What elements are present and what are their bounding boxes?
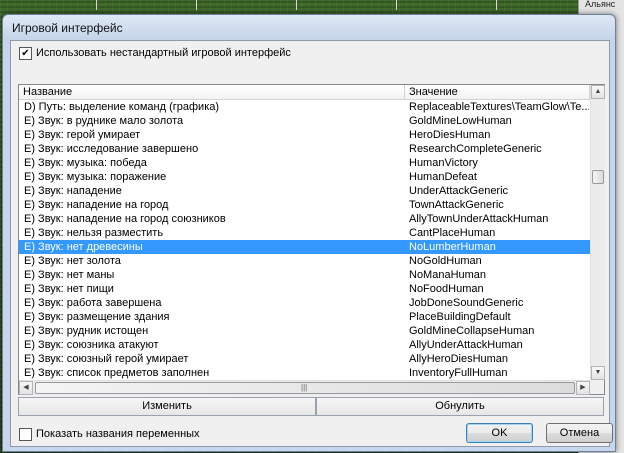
show-variable-names-checkbox[interactable] bbox=[19, 428, 32, 441]
dialog-title: Игровой интерфейс bbox=[12, 21, 123, 35]
game-interface-dialog: Игровой интерфейс ✔ Использовать нестанд… bbox=[2, 14, 616, 452]
list-row[interactable]: E) Звук: нет маны NoManaHuman bbox=[19, 268, 590, 282]
row-name: E) Звук: размещение здания bbox=[24, 311, 170, 323]
row-value: UnderAttackGeneric bbox=[409, 185, 509, 197]
row-value: TownAttackGeneric bbox=[409, 199, 504, 211]
list-row[interactable]: E) Звук: музыка: победа HumanVictory bbox=[19, 156, 590, 170]
row-value: ReplaceableTextures\TeamGlow\Te... bbox=[409, 101, 589, 113]
row-name: E) Звук: нападение на город союзников bbox=[24, 213, 226, 225]
row-value: HumanDefeat bbox=[409, 171, 477, 183]
row-value: CantPlaceHuman bbox=[409, 227, 496, 239]
list-row[interactable]: D) Путь: выделение команд (графика) Repla… bbox=[19, 100, 590, 114]
list-row[interactable]: E) Звук: список предметов заполнен Invent… bbox=[19, 366, 590, 380]
row-name: E) Звук: музыка: победа bbox=[24, 157, 147, 169]
background-tick bbox=[196, 0, 197, 10]
custom-ui-checkbox-label[interactable]: Использовать нестандартный игровой интер… bbox=[36, 47, 291, 59]
row-value: AllyUnderAttackHuman bbox=[409, 339, 523, 351]
grip-icon: ||| bbox=[301, 383, 308, 392]
row-name: D) Путь: выделение команд (графика) bbox=[24, 101, 220, 113]
scroll-down-button[interactable]: ▼ bbox=[591, 366, 605, 380]
column-header-name[interactable]: Название bbox=[19, 85, 405, 99]
list-row[interactable]: E) Звук: музыка: поражение HumanDefeat bbox=[19, 170, 590, 184]
row-name: E) Звук: нет пищи bbox=[24, 283, 114, 295]
list-row[interactable]: E) Звук: союзника атакуют AllyUnderAttack… bbox=[19, 338, 590, 352]
row-name: E) Звук: союзника атакуют bbox=[24, 339, 159, 351]
background-tick bbox=[296, 0, 297, 10]
row-value: NoLumberHuman bbox=[409, 241, 496, 253]
list-row[interactable]: E) Звук: герой умирает HeroDiesHuman bbox=[19, 128, 590, 142]
list-row[interactable]: E) Звук: нападение UnderAttackGeneric bbox=[19, 184, 590, 198]
show-variable-names-label[interactable]: Показать названия переменных bbox=[36, 428, 200, 440]
list-header: Название Значение bbox=[19, 85, 590, 100]
reset-button[interactable]: Обнулить bbox=[316, 397, 604, 416]
scroll-left-button[interactable]: ◀ bbox=[19, 381, 33, 395]
row-name: E) Звук: нет древесины bbox=[24, 241, 143, 253]
row-name: E) Звук: список предметов заполнен bbox=[24, 367, 210, 379]
background-tick bbox=[396, 0, 397, 10]
row-value: InventoryFullHuman bbox=[409, 367, 508, 379]
list-row[interactable]: E) Звук: размещение здания PlaceBuildingD… bbox=[19, 310, 590, 324]
background-tick bbox=[96, 0, 97, 10]
title-bar[interactable]: Игровой интерфейс bbox=[3, 15, 615, 39]
row-name: E) Звук: исследование завершено bbox=[24, 143, 199, 155]
row-name: E) Звук: нельзя разместить bbox=[24, 227, 164, 239]
row-value: ResearchCompleteGeneric bbox=[409, 143, 542, 155]
scroll-right-button[interactable]: ▶ bbox=[576, 381, 590, 395]
list-row[interactable]: E) Звук: нет золота NoGoldHuman bbox=[19, 254, 590, 268]
list-row[interactable]: E) Звук: нападение на город союзников All… bbox=[19, 212, 590, 226]
list-row[interactable]: E) Звук: нет пищи NoFoodHuman bbox=[19, 282, 590, 296]
dialog-client-area: ✔ Использовать нестандартный игровой инт… bbox=[10, 40, 613, 447]
interface-settings-list[interactable]: Название Значение D) Путь: выделение ком… bbox=[18, 84, 605, 395]
row-name: E) Звук: в руднике мало золота bbox=[24, 115, 184, 127]
column-header-value[interactable]: Значение bbox=[405, 85, 590, 99]
row-value: AllyHeroDiesHuman bbox=[409, 353, 509, 365]
row-value: NoFoodHuman bbox=[409, 283, 484, 295]
row-name: E) Звук: музыка: поражение bbox=[24, 171, 167, 183]
list-row[interactable]: E) Звук: союзный герой умирает AllyHeroDi… bbox=[19, 352, 590, 366]
row-name: E) Звук: нападение bbox=[24, 185, 122, 197]
row-name: E) Звук: союзный герой умирает bbox=[24, 353, 189, 365]
row-name: E) Звук: рудник истощен bbox=[24, 325, 149, 337]
row-value: AllyTownUnderAttackHuman bbox=[409, 213, 549, 225]
row-value: HumanVictory bbox=[409, 157, 478, 169]
vertical-scroll-thumb[interactable] bbox=[592, 170, 604, 184]
list-row[interactable]: E) Звук: нападение на город TownAttackGen… bbox=[19, 198, 590, 212]
list-row[interactable]: E) Звук: исследование завершено ResearchC… bbox=[19, 142, 590, 156]
vertical-scrollbar[interactable]: ▲ ▼ bbox=[590, 85, 605, 380]
row-name: E) Звук: нет золота bbox=[24, 255, 121, 267]
row-name: E) Звук: герой умирает bbox=[24, 129, 141, 141]
row-value: NoGoldHuman bbox=[409, 255, 482, 267]
background-side-label: Альянс bbox=[585, 0, 616, 9]
row-name: E) Звук: нет маны bbox=[24, 269, 115, 281]
row-name: E) Звук: работа завершена bbox=[24, 297, 162, 309]
ok-button[interactable]: OK bbox=[466, 423, 533, 443]
row-value: JobDoneSoundGeneric bbox=[409, 297, 524, 309]
edit-button[interactable]: Изменить bbox=[18, 397, 316, 416]
list-rows: D) Путь: выделение команд (графика) Repla… bbox=[19, 100, 590, 380]
cancel-button[interactable]: Отмена bbox=[546, 423, 613, 443]
scroll-up-button[interactable]: ▲ bbox=[591, 85, 605, 99]
background-tick bbox=[496, 0, 497, 10]
row-name: E) Звук: нападение на город bbox=[24, 199, 169, 211]
list-row[interactable]: E) Звук: в руднике мало золота GoldMineLo… bbox=[19, 114, 590, 128]
checkmark-icon: ✔ bbox=[21, 48, 30, 59]
list-row[interactable]: E) Звук: работа завершена JobDoneSoundGen… bbox=[19, 296, 590, 310]
custom-ui-checkbox[interactable]: ✔ bbox=[19, 47, 32, 60]
scrollbar-corner bbox=[590, 380, 604, 394]
list-row[interactable]: E) Звук: нельзя разместить CantPlaceHuman bbox=[19, 226, 590, 240]
horizontal-scrollbar[interactable]: ◀ ||| ▶ bbox=[19, 380, 590, 395]
horizontal-scroll-thumb[interactable]: ||| bbox=[35, 382, 575, 394]
row-value: GoldMineCollapseHuman bbox=[409, 325, 535, 337]
row-value: HeroDiesHuman bbox=[409, 129, 491, 141]
row-value: GoldMineLowHuman bbox=[409, 115, 512, 127]
row-value: PlaceBuildingDefault bbox=[409, 311, 511, 323]
row-value: NoManaHuman bbox=[409, 269, 487, 281]
list-row-selected[interactable]: E) Звук: нет древесины NoLumberHuman bbox=[19, 240, 590, 254]
list-row[interactable]: E) Звук: рудник истощен GoldMineCollapseH… bbox=[19, 324, 590, 338]
